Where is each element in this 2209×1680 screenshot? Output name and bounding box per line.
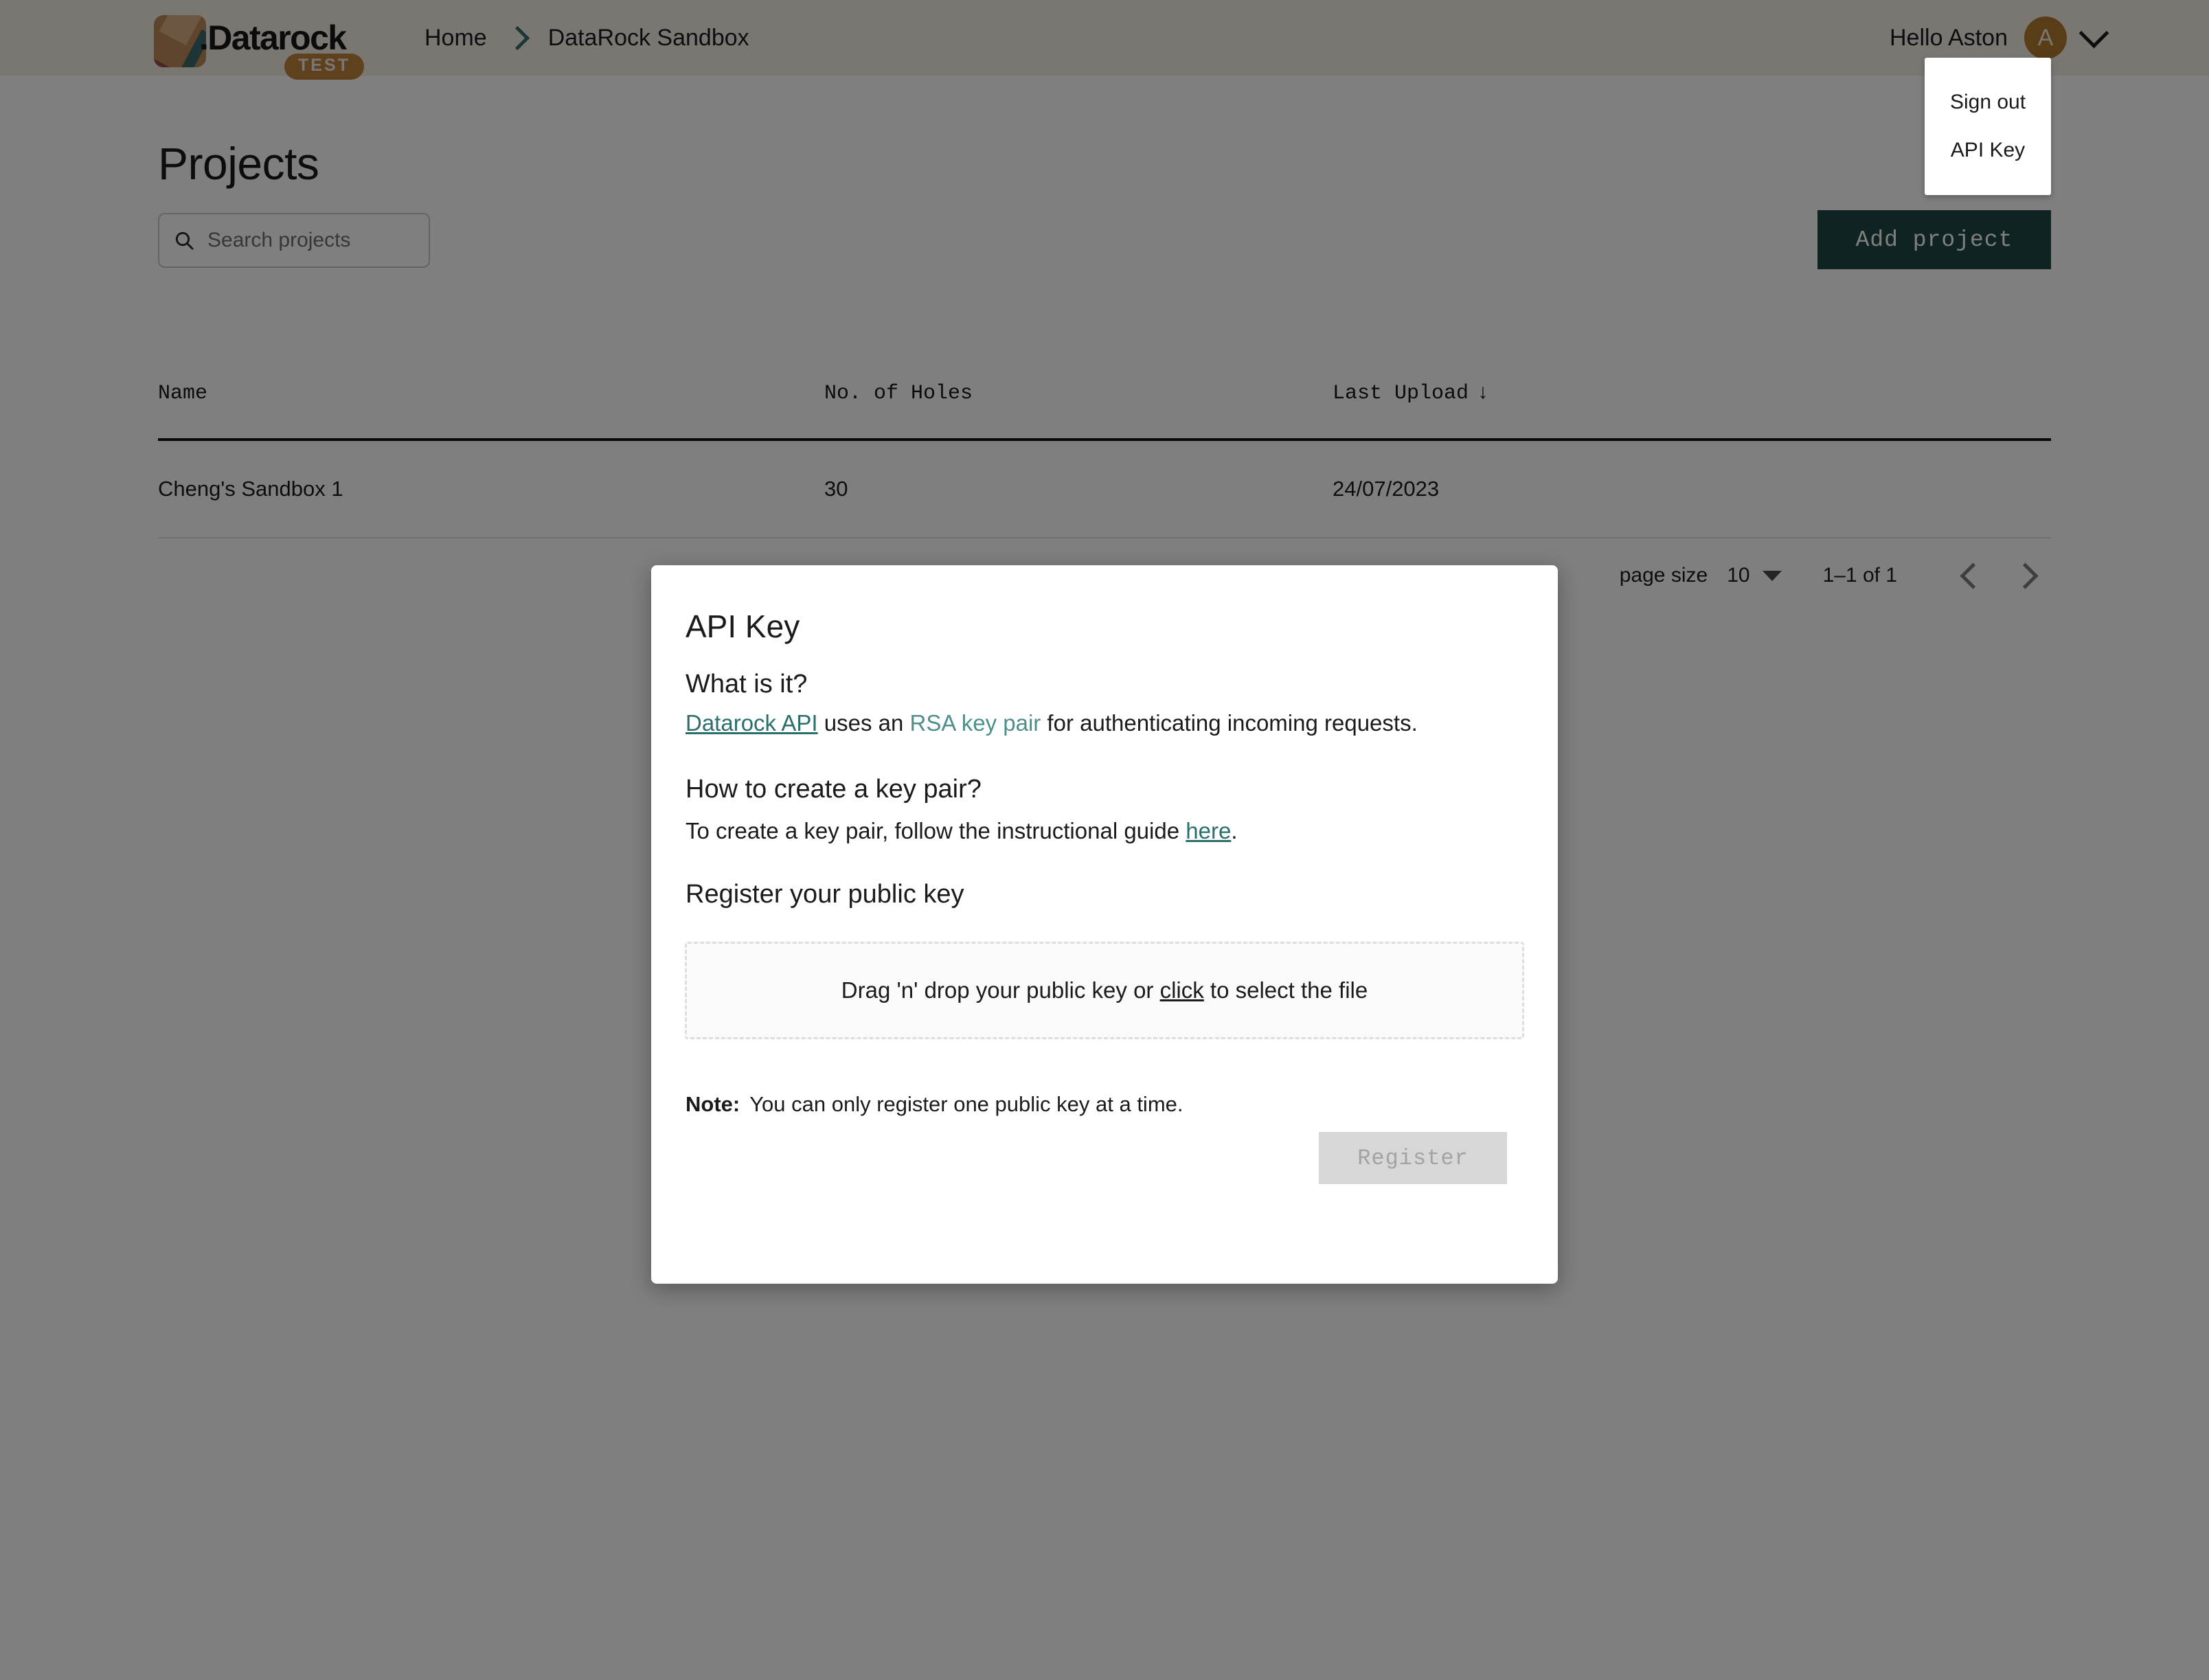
dropzone-text: Drag 'n' drop your public key or click t… [841,977,1368,1003]
api-key-dialog: API Key What is it? Datarock API uses an… [651,565,1558,1284]
what-body-mid: uses an [817,710,910,736]
what-body-post: for authenticating incoming requests. [1041,710,1418,736]
section-body-how-to-create: To create a key pair, follow the instruc… [686,815,1237,847]
dialog-title: API Key [686,609,800,644]
app-screen: .Datarock TEST Home DataRock Sandbox Hel… [0,0,2209,1680]
datarock-api-link[interactable]: Datarock API [686,710,818,736]
public-key-dropzone[interactable]: Drag 'n' drop your public key or click t… [685,942,1524,1039]
dropzone-text-pre: Drag 'n' drop your public key or [841,977,1160,1003]
menu-item-sign-out[interactable]: Sign out [1925,78,2051,126]
register-button[interactable]: Register [1319,1132,1507,1184]
note-text: You can only register one public key at … [749,1092,1183,1116]
how-body-pre: To create a key pair, follow the instruc… [686,818,1186,843]
dialog-note: Note: You can only register one public ke… [686,1092,1183,1117]
dropzone-click-link[interactable]: click [1160,977,1204,1003]
instructional-guide-link[interactable]: here [1186,818,1231,843]
user-dropdown-menu: Sign out API Key [1925,58,2051,195]
section-heading-what-is-it: What is it? [686,670,808,699]
note-label: Note: [686,1092,740,1116]
how-body-post: . [1231,818,1238,843]
section-heading-how-to-create: How to create a key pair? [686,775,982,804]
section-heading-register-public-key: Register your public key [686,880,964,909]
rsa-key-pair-link[interactable]: RSA key pair [910,710,1041,736]
menu-item-api-key[interactable]: API Key [1925,126,2051,174]
section-body-what-is-it: Datarock API uses an RSA key pair for au… [686,707,1418,739]
dropzone-text-post: to select the file [1203,977,1368,1003]
